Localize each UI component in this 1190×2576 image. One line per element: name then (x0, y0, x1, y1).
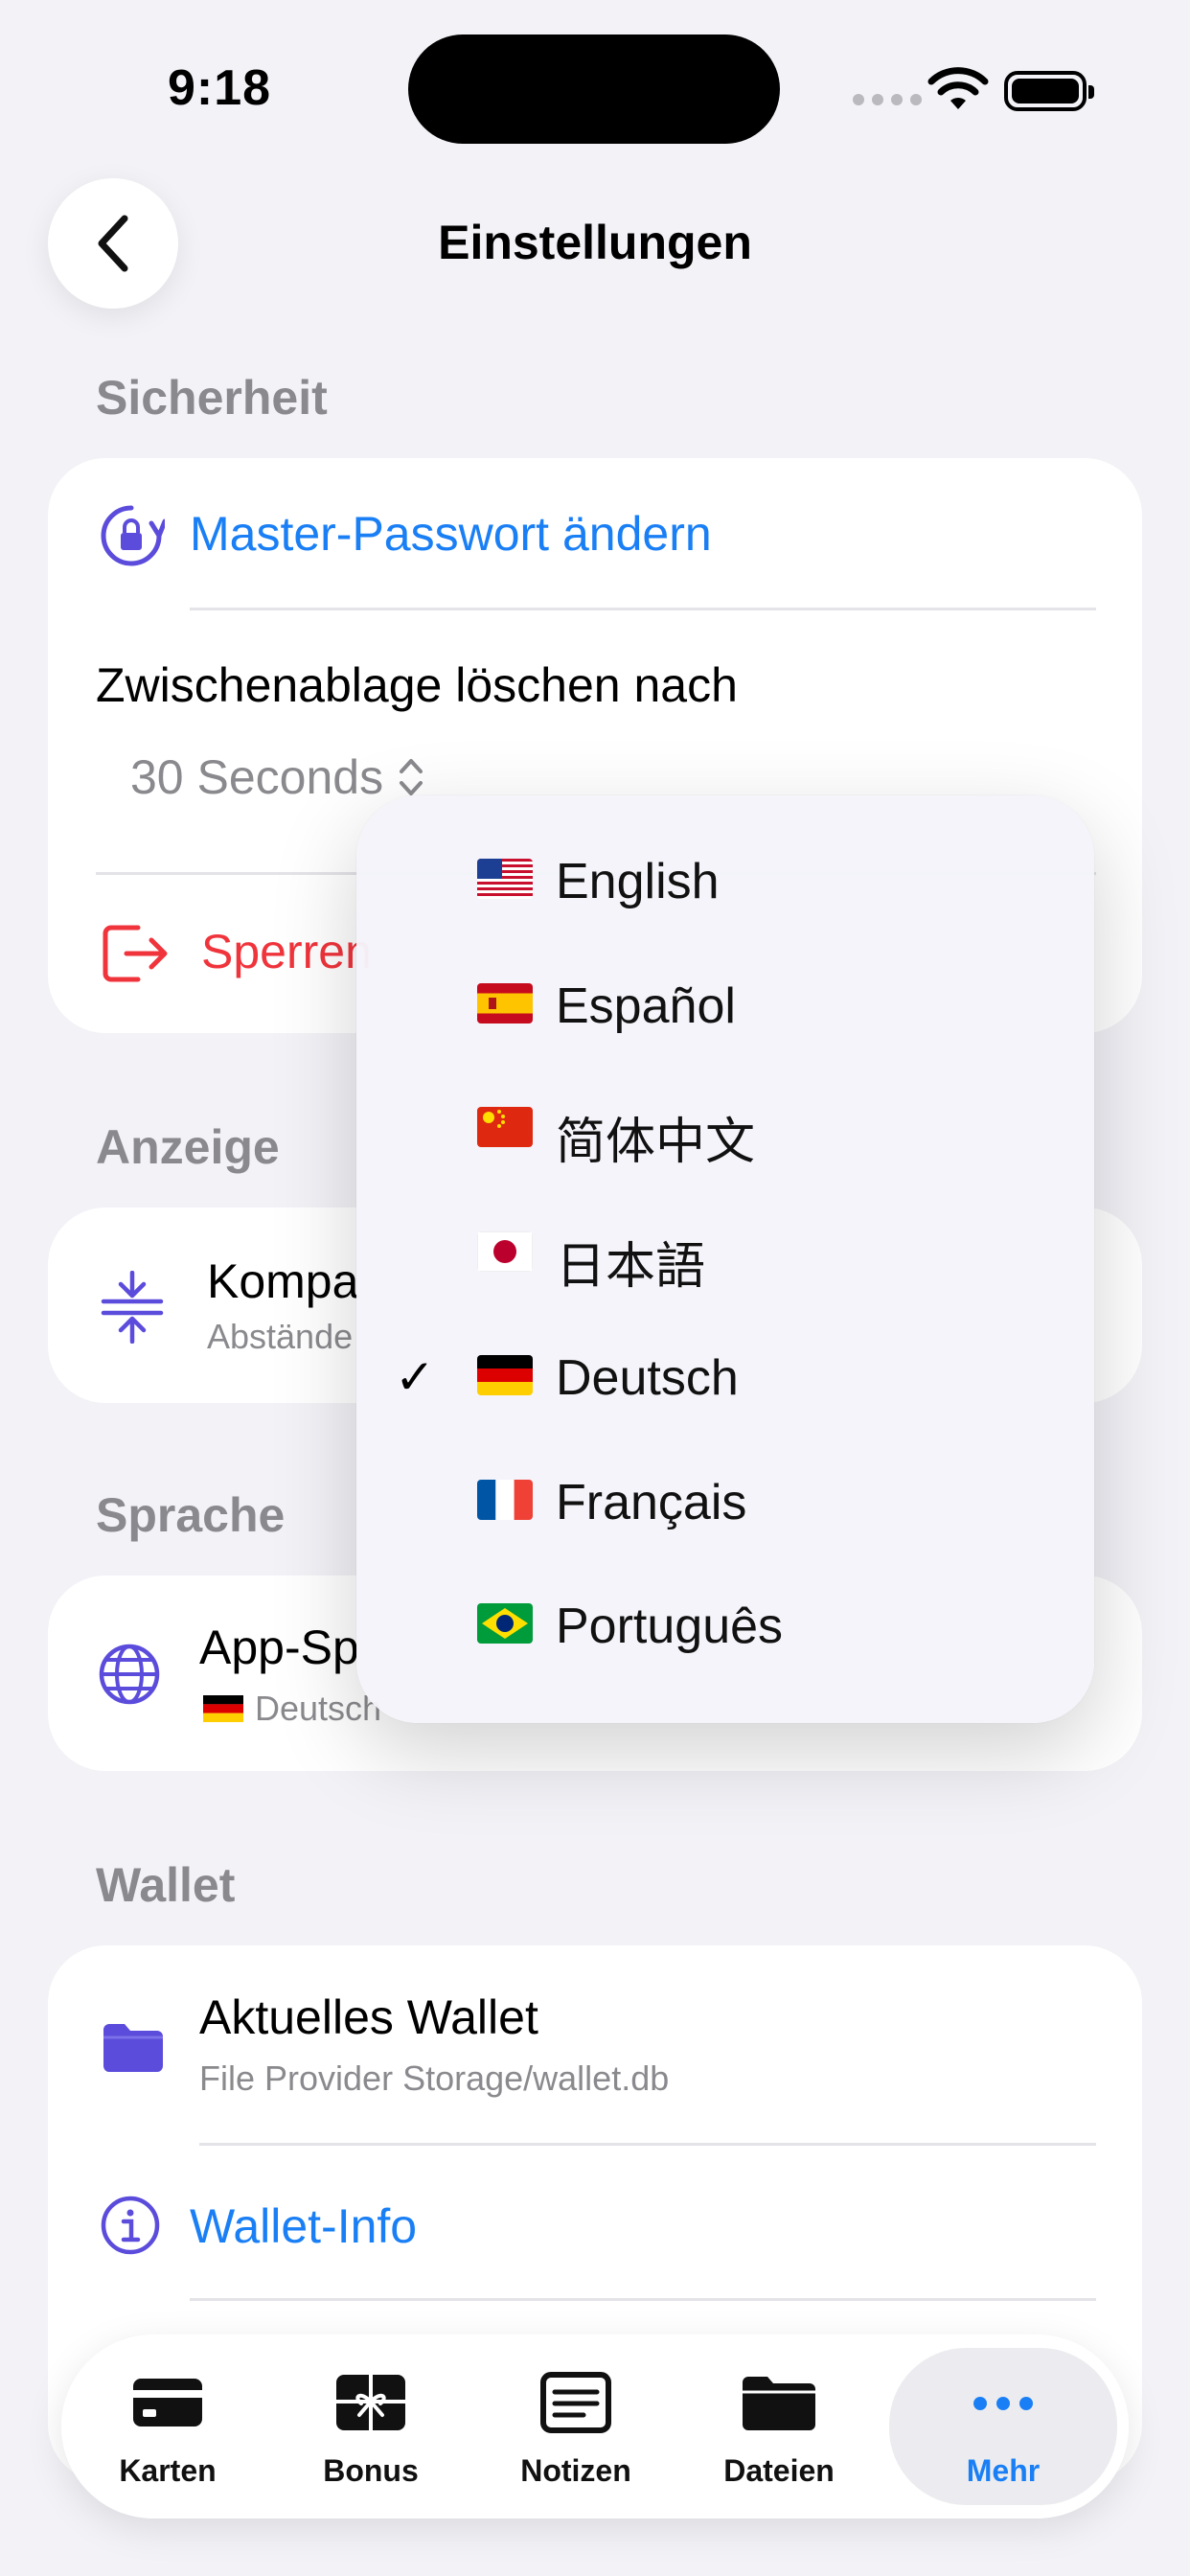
battery-icon (1004, 71, 1094, 111)
language-option-label: English (556, 854, 720, 909)
tab-karten[interactable]: Karten (67, 2334, 268, 2518)
language-option-fr[interactable]: Français (356, 1439, 1094, 1564)
section-header-display: Anzeige (96, 1120, 280, 1174)
app-language-value: Deutsch (255, 1689, 382, 1728)
clipboard-clear-value: 30 Seconds (130, 750, 384, 804)
section-header-language: Sprache (96, 1488, 286, 1542)
language-option-label: 简体中文 (556, 1115, 756, 1170)
separator (190, 608, 1096, 610)
flag-fr-icon (477, 1479, 533, 1520)
info-icon (101, 2196, 160, 2255)
tab-label: Karten (119, 2453, 217, 2488)
language-option-label: Español (556, 978, 736, 1034)
gift-icon (331, 2369, 411, 2436)
tab-label: Bonus (323, 2453, 419, 2488)
tab-notizen[interactable]: Notizen (475, 2334, 676, 2518)
flag-es-icon (477, 982, 533, 1024)
tab-label: Mehr (966, 2453, 1041, 2488)
separator (190, 2298, 1096, 2301)
language-option-label: Português (556, 1598, 784, 1654)
clipboard-clear-picker[interactable]: 30 Seconds (130, 749, 425, 805)
flag-br-icon (477, 1603, 533, 1644)
current-wallet-path: File Provider Storage/wallet.db (199, 2058, 670, 2098)
language-menu: English Español 简体中文日本語 ✓ Deutsch Français Por… (356, 795, 1094, 1723)
compact-mode-title: Kompa (207, 1254, 359, 1308)
notes-icon (536, 2369, 616, 2436)
flag-cn-icon (477, 1107, 533, 1147)
language-option-label: 日本語 (556, 1238, 706, 1295)
compact-mode-subtitle: Abstände (207, 1317, 354, 1356)
language-option-br[interactable]: Português (356, 1563, 1094, 1688)
section-header-wallet: Wallet (96, 1858, 236, 1912)
language-option-label: Deutsch (556, 1350, 739, 1406)
separator (199, 2143, 1096, 2146)
flag-jp-icon (477, 1230, 533, 1272)
globe-icon (99, 1644, 160, 1705)
status-time: 9:18 (168, 60, 272, 116)
wifi-icon (927, 67, 989, 109)
app-language-title[interactable]: App-Sp (199, 1620, 359, 1675)
more-icon (963, 2369, 1043, 2436)
flag-us-icon (477, 859, 533, 899)
tab-label: Notizen (520, 2453, 631, 2488)
tab-dateien[interactable]: Dateien (678, 2334, 880, 2518)
wallet-info-link[interactable]: Wallet-Info (190, 2198, 417, 2254)
card-icon (127, 2369, 208, 2436)
tab-mehr[interactable]: Mehr (889, 2348, 1117, 2505)
section-header-security: Sicherheit (96, 371, 328, 425)
language-option-cn[interactable]: 简体中文 (356, 1067, 1094, 1191)
dynamic-island (408, 34, 780, 144)
folder-icon (739, 2369, 819, 2436)
language-option-label: Français (556, 1474, 747, 1530)
flag-de-icon (203, 1695, 243, 1722)
lock-now-button[interactable]: Sperren (201, 924, 372, 979)
logout-icon (103, 925, 168, 982)
folder-icon (103, 2024, 163, 2072)
tab-bonus[interactable]: Bonus (270, 2334, 471, 2518)
tab-bar: Karten Bonus Notizen Dateien Mehr (61, 2334, 1129, 2518)
language-option-us[interactable]: English (356, 818, 1094, 943)
lock-rotation-icon (101, 505, 165, 566)
current-wallet-title: Aktuelles Wallet (199, 1990, 538, 2044)
tab-label: Dateien (723, 2453, 835, 2488)
cellular-signal-icon (853, 94, 922, 105)
flag-de-icon (477, 1355, 533, 1395)
clipboard-clear-label: Zwischenablage löschen nach (96, 658, 738, 712)
settings-screen: 9:18 Einstellungen Sicherheit Master-Pas… (0, 0, 1190, 2576)
language-option-de[interactable]: ✓ Deutsch (356, 1315, 1094, 1439)
page-title: Einstellungen (438, 216, 752, 269)
compress-vertical-icon (101, 1271, 164, 1344)
checkmark-icon: ✓ (395, 1350, 435, 1404)
app-language-current: Deutsch (203, 1689, 381, 1729)
language-option-es[interactable]: Español (356, 943, 1094, 1068)
language-option-jp[interactable]: 日本語 (356, 1191, 1094, 1316)
chevron-up-down-icon (400, 759, 423, 795)
change-master-password-link[interactable]: Master-Passwort ändern (190, 506, 712, 562)
